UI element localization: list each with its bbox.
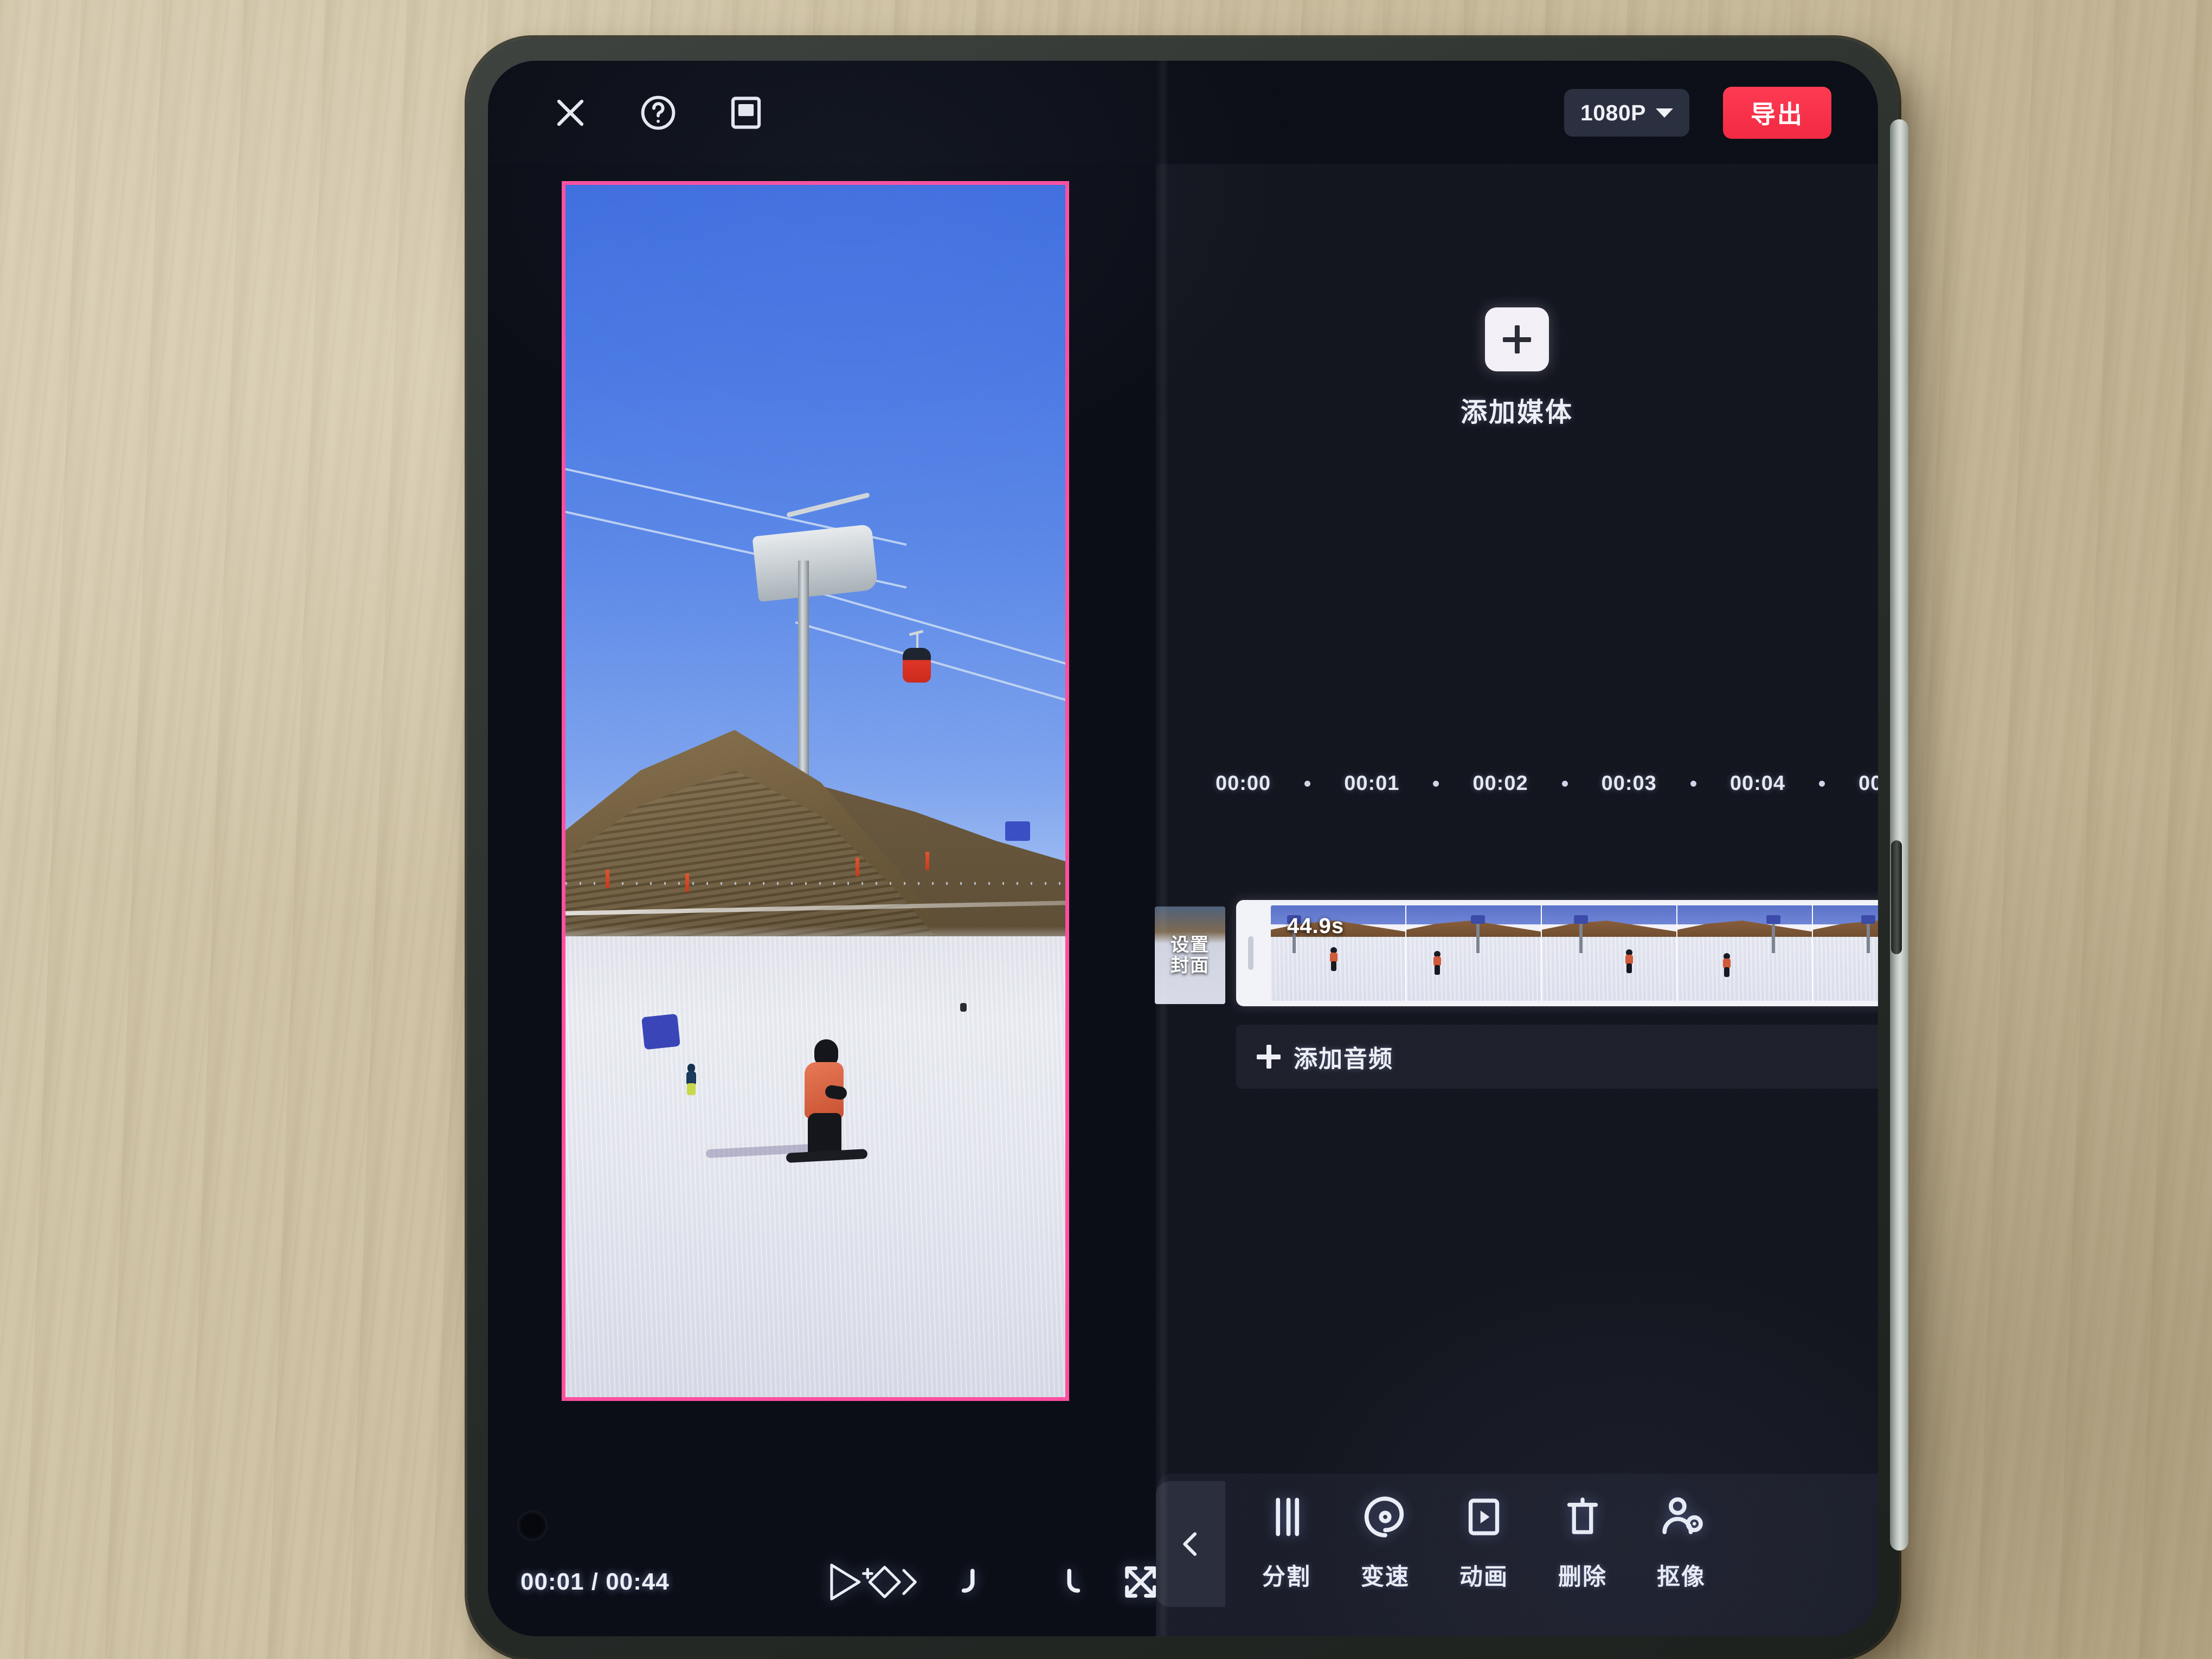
ruler-tick-dot — [1819, 781, 1825, 787]
ruler-tick-dot — [1304, 781, 1311, 787]
clip-thumbnail — [1406, 905, 1542, 1001]
lift-pylon-head — [752, 524, 879, 602]
video-clip-track[interactable]: 44.9s — [1236, 900, 1878, 1006]
add-audio-label: 添加音频 — [1294, 1046, 1393, 1072]
tool-animation-label: 动画 — [1459, 1564, 1508, 1590]
toolbar-items: 分割 变速 动画 删除 抠像 — [1237, 1490, 1878, 1592]
device-side-rail — [1890, 119, 1908, 1551]
distant-person — [960, 1003, 967, 1012]
ruler-tick-dot — [1433, 781, 1439, 787]
tool-cutout[interactable]: 抠像 — [1632, 1490, 1731, 1592]
tool-speed[interactable]: 变速 — [1336, 1490, 1435, 1592]
close-icon[interactable] — [545, 88, 595, 138]
split-icon — [1264, 1490, 1309, 1544]
ruler-tick-dot — [1690, 781, 1696, 787]
add-media-label: 添加媒体 — [1460, 398, 1574, 427]
redo-icon[interactable] — [1037, 1557, 1086, 1607]
resolution-value: 1080P — [1580, 100, 1646, 125]
tool-animation[interactable]: 动画 — [1435, 1490, 1533, 1592]
add-keyframe-icon — [862, 1566, 917, 1598]
clip-duration-badge: 44.9s — [1287, 914, 1345, 938]
export-label: 导出 — [1751, 100, 1804, 128]
chevron-down-icon — [1656, 108, 1673, 118]
gondola-cabin — [903, 634, 931, 683]
delete-icon — [1560, 1490, 1605, 1544]
top-bar: 1080P 导出 — [488, 61, 1878, 164]
foldable-device: 1080P 导出 00:01 / 00:44 添加媒体 00:00 00:01 … — [467, 38, 1908, 1659]
timeline-ruler[interactable]: 00:00 00:01 00:02 00:03 00:04 00 — [1156, 772, 1878, 821]
undo-icon[interactable] — [955, 1557, 1005, 1607]
slope-marker — [685, 873, 690, 892]
slope-marker — [605, 870, 609, 889]
add-audio-button[interactable]: 添加音频 — [1236, 1025, 1878, 1089]
ruler-tick-dot — [1561, 781, 1568, 787]
clip-thumbnail-strip — [1271, 905, 1878, 1001]
blue-equipment — [641, 1013, 680, 1050]
toolbar-back-button[interactable] — [1156, 1481, 1225, 1607]
preview-panel: 00:01 / 00:44 — [488, 164, 1156, 1636]
slope-marker — [925, 851, 929, 870]
help-circle-icon[interactable] — [633, 88, 683, 138]
speed-icon — [1361, 1490, 1409, 1544]
ruler-tick-label: 00 — [1859, 772, 1878, 795]
clip-thumbnail — [1542, 905, 1677, 1001]
video-frame-image — [565, 185, 1065, 1397]
ruler-tick-label: 00:04 — [1729, 772, 1786, 795]
set-cover-button[interactable]: 设置 封面 — [1155, 906, 1225, 1004]
tool-split-label: 分割 — [1262, 1564, 1311, 1590]
device-screen: 1080P 导出 00:01 / 00:44 添加媒体 00:00 00:01 … — [488, 61, 1878, 1636]
aspect-ratio-icon[interactable] — [721, 88, 771, 138]
editor-panel: 添加媒体 00:00 00:01 00:02 00:03 00:04 00 设置… — [1155, 164, 1878, 1636]
device-power-button[interactable] — [1891, 840, 1902, 954]
plus-icon — [1257, 1045, 1281, 1069]
set-cover-label-line1: 设置 — [1171, 934, 1210, 955]
slope-fence — [565, 882, 1065, 885]
snowboarder — [705, 1039, 868, 1164]
snow-ground — [565, 936, 1065, 1397]
export-button[interactable]: 导出 — [1723, 87, 1831, 139]
clip-toolbar: 分割 变速 动画 删除 抠像 — [1156, 1474, 1878, 1636]
tool-speed-label: 变速 — [1361, 1564, 1410, 1590]
distant-skier — [685, 1064, 697, 1096]
tool-delete[interactable]: 删除 — [1533, 1490, 1632, 1592]
cutout-icon — [1657, 1490, 1705, 1544]
slope-marker — [855, 857, 859, 876]
play-button[interactable] — [822, 1556, 930, 1608]
plus-icon — [1484, 307, 1549, 371]
resolution-selector[interactable]: 1080P — [1564, 89, 1689, 137]
timecode-display: 00:01 / 00:44 — [520, 1568, 670, 1595]
tool-cutout-label: 抠像 — [1657, 1564, 1706, 1590]
add-media-button[interactable]: 添加媒体 — [1461, 307, 1573, 429]
video-preview[interactable] — [562, 181, 1069, 1401]
tool-split[interactable]: 分割 — [1237, 1490, 1336, 1592]
clip-thumbnail — [1677, 905, 1813, 1001]
ruler-tick-label: 00:01 — [1344, 772, 1400, 795]
clip-trim-handle-left[interactable] — [1248, 936, 1253, 970]
clip-thumbnail — [1813, 905, 1878, 1001]
ruler-tick-label: 00:03 — [1601, 772, 1657, 795]
ruler-tick-label: 00:00 — [1216, 772, 1271, 795]
animation-icon — [1461, 1490, 1507, 1544]
set-cover-label-line2: 封面 — [1171, 955, 1210, 976]
playback-bar: 00:01 / 00:44 — [488, 1549, 1156, 1615]
slope-flag — [1005, 821, 1031, 841]
front-camera-punch-hole — [517, 1510, 548, 1541]
ruler-tick-label: 00:02 — [1472, 772, 1528, 795]
tool-delete-label: 删除 — [1558, 1564, 1607, 1590]
